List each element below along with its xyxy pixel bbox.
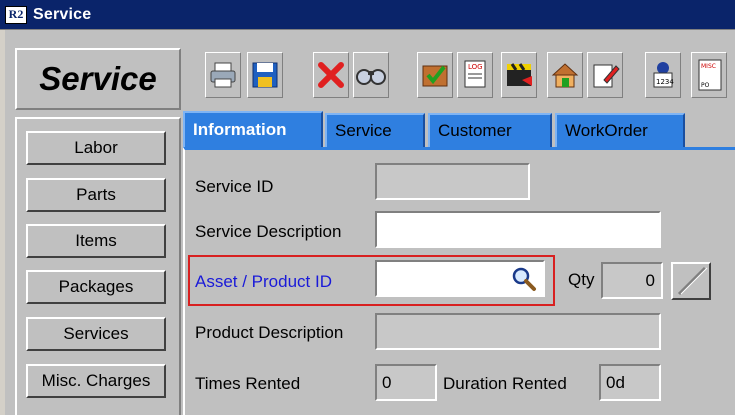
qty-field: 0 [601, 262, 663, 299]
asset-product-id-label[interactable]: Asset / Product ID [195, 272, 332, 292]
print-button[interactable] [205, 52, 241, 98]
tab-information[interactable]: Information [183, 111, 323, 147]
tab-workorder[interactable]: WorkOrder [555, 113, 685, 147]
clapper-button[interactable] [501, 52, 537, 98]
duration-rented-label: Duration Rented [443, 374, 567, 393]
sidebar: Labor Parts Items Packages Services Misc… [15, 117, 181, 415]
sidebar-item-services[interactable]: Services [26, 317, 166, 351]
find-button[interactable] [353, 52, 389, 98]
service-id-label: Service ID [195, 177, 274, 196]
stamp-icon: 1234 [653, 62, 674, 88]
home-icon [551, 63, 579, 88]
home-button[interactable] [547, 52, 583, 98]
check-edit-icon [422, 65, 448, 87]
sidebar-item-label: Misc. Charges [41, 371, 151, 390]
service-id-field [375, 163, 530, 200]
asset-product-id-input[interactable] [375, 260, 545, 297]
service-description-input[interactable] [375, 211, 661, 248]
times-rented-field: 0 [375, 364, 437, 401]
sidebar-item-items[interactable]: Items [26, 224, 166, 258]
sidebar-item-packages[interactable]: Packages [26, 270, 166, 304]
service-description-label: Service Description [195, 222, 342, 241]
log-icon: LOG [464, 60, 486, 88]
note-edit-icon [593, 64, 620, 88]
module-logo: Service [15, 48, 181, 110]
sidebar-item-label: Labor [74, 138, 118, 157]
find-icon [356, 69, 386, 85]
svg-text:1234: 1234 [656, 78, 674, 86]
toolbar: LOG 1234 MISC PO [195, 46, 735, 110]
sidebar-item-label: Items [75, 231, 117, 250]
tab-service[interactable]: Service [325, 113, 425, 147]
misc-po-icon: MISC PO [698, 59, 722, 91]
delete-icon [318, 62, 344, 88]
misc-po-button[interactable]: MISC PO [691, 52, 727, 98]
check-edit-button[interactable] [417, 52, 453, 98]
window-frame [0, 30, 5, 415]
sidebar-item-label: Packages [58, 277, 134, 296]
search-icon[interactable] [511, 266, 537, 292]
svg-text:MISC: MISC [701, 63, 716, 70]
print-icon [210, 62, 236, 88]
qty-label: Qty [568, 270, 595, 289]
delete-button[interactable] [313, 52, 349, 98]
tab-bar: Information Service Customer WorkOrder [183, 111, 735, 147]
log-button[interactable]: LOG [457, 52, 493, 98]
slash-icon [677, 266, 708, 296]
save-button[interactable] [247, 52, 283, 98]
product-description-field [375, 313, 661, 350]
window-title: Service [33, 5, 92, 23]
save-icon [252, 62, 278, 88]
product-description-label: Product Description [195, 323, 344, 342]
tab-customer[interactable]: Customer [428, 113, 552, 147]
sidebar-item-parts[interactable]: Parts [26, 178, 166, 212]
sidebar-item-labor[interactable]: Labor [26, 131, 166, 165]
sidebar-item-label: Services [63, 324, 129, 343]
svg-text:LOG: LOG [468, 63, 483, 71]
duration-rented-field: 0d [599, 364, 661, 401]
svg-text:PO: PO [701, 82, 710, 89]
title-bar: R2 Service [0, 0, 735, 30]
module-logo-text: Service [39, 60, 157, 97]
sidebar-item-label: Parts [76, 185, 116, 204]
clapper-icon [507, 63, 532, 86]
sidebar-item-misc-charges[interactable]: Misc. Charges [26, 364, 166, 398]
stamp-button[interactable]: 1234 [645, 52, 681, 98]
times-rented-label: Times Rented [195, 374, 301, 393]
edit-qty-button[interactable] [671, 262, 711, 300]
note-edit-button[interactable] [587, 52, 623, 98]
app-icon: R2 [5, 5, 27, 24]
